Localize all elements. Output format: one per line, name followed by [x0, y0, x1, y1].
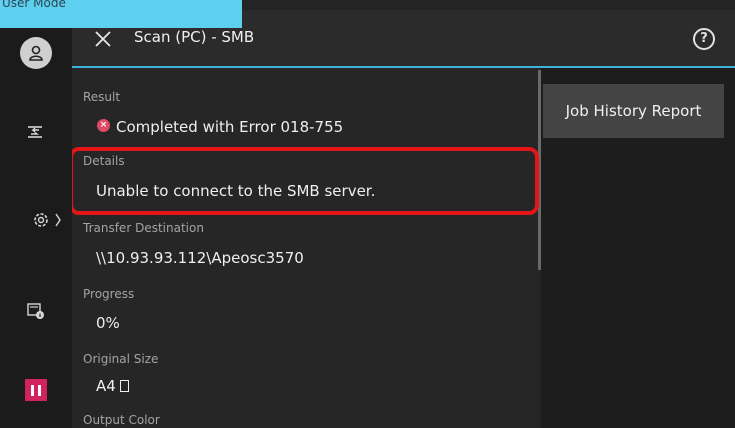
user-mode-tab[interactable]: User Mode	[0, 0, 242, 28]
job-history-report-button[interactable]: Job History Report	[543, 84, 724, 138]
dialog-title: Scan (PC) - SMB	[134, 28, 255, 46]
job-status-icon[interactable]	[18, 115, 52, 149]
user-mode-label: User Mode	[2, 0, 66, 10]
header-accent-line	[72, 66, 735, 68]
original-size-value: A4	[96, 377, 116, 395]
help-icon[interactable]: ?	[693, 28, 715, 50]
output-color-label: Output Color	[83, 413, 160, 427]
highlight-box	[69, 147, 539, 215]
original-size-label: Original Size	[83, 352, 159, 366]
progress-label: Progress	[83, 287, 135, 301]
paper-orientation-icon	[119, 380, 129, 392]
destination-label: Transfer Destination	[83, 221, 204, 235]
destination-value: \\10.93.93.112\Apeosc3570	[96, 249, 304, 267]
result-label: Result	[83, 90, 121, 104]
pause-icon[interactable]	[25, 379, 47, 401]
printer-info-icon[interactable]	[18, 293, 52, 327]
left-rail	[0, 0, 72, 428]
chevron-right-icon[interactable]	[48, 203, 68, 237]
progress-value: 0%	[96, 314, 120, 332]
result-value: Completed with Error 018-755	[116, 118, 344, 136]
close-icon[interactable]	[92, 28, 114, 50]
original-size-row: A4	[96, 377, 129, 395]
user-icon[interactable]	[20, 37, 52, 69]
error-icon: ×	[97, 119, 110, 132]
